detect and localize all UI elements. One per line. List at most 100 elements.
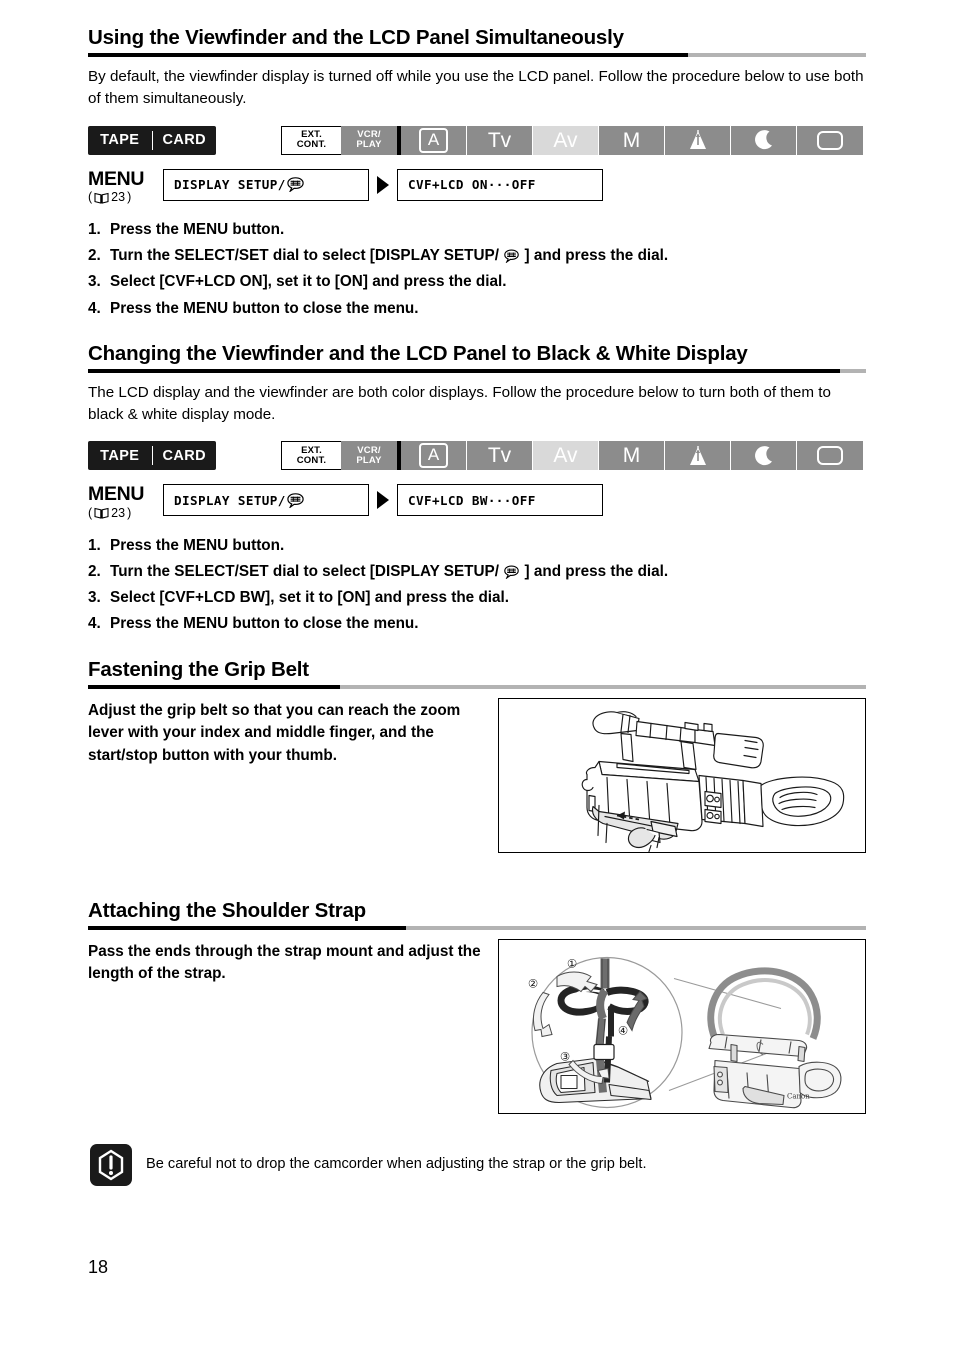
media-tape-label: TAPE [100, 132, 140, 149]
section-heading: Attaching the Shoulder Strap [88, 898, 366, 922]
manual-page: Using the Viewfinder and the LCD Panel S… [88, 0, 866, 1351]
menu-page-ref: ( 23 ) [88, 505, 163, 522]
step-number: 3. [88, 589, 101, 607]
page-number: 18 [88, 1257, 109, 1277]
step-number: 2. [88, 247, 101, 265]
menu-word: MENU [88, 483, 145, 506]
mode-night [731, 125, 797, 155]
heading-rule [88, 368, 866, 373]
step-number: 4. [88, 615, 101, 633]
menu-box-cvf-lcd[interactable]: CVF+LCD ON···OFF [397, 168, 603, 201]
warning-exclamation-icon [98, 1149, 124, 1180]
menu-page-number: 23 [111, 190, 126, 205]
procedure-steps: 1. Press the MENU button. 2. Turn the SE… [88, 219, 866, 320]
warning-badge [90, 1143, 132, 1186]
media-tape-label: TAPE [100, 447, 140, 464]
caution-note: Be careful not to drop the camcorder whe… [88, 1143, 866, 1186]
step-item: 1. Press the MENU button. [88, 535, 866, 557]
menu-word: MENU [88, 167, 145, 190]
display-setup-icon [504, 565, 520, 580]
menu-label-block: MENU ( 23 ) [88, 169, 163, 206]
mode-bar: TAPE CARD EXT. CONT. VCR/PLAY A Tv Av M [88, 441, 866, 471]
step-number: 3. [88, 273, 101, 291]
moon-icon [754, 446, 772, 466]
top-spacer [88, 0, 866, 26]
step-text-post: ] and press the dial. [524, 562, 669, 580]
shoulder-strap-content: Pass the ends through the strap mount an… [88, 938, 866, 1114]
section-fastening-grip-belt: Fastening the Grip Belt Adjust the grip … [88, 658, 866, 853]
shoulder-strap-figure: ① ② ③ ④ Canon [498, 938, 866, 1114]
arrow-right-icon [377, 491, 389, 510]
media-card-label: CARD [162, 447, 206, 464]
step-item: 3. Select [CVF+LCD BW], set it to [ON] a… [88, 587, 866, 609]
grip-belt-figure [498, 697, 866, 853]
menu-box-2-text: CVF+LCD BW···OFF [408, 492, 536, 508]
step-number: 2. [88, 562, 101, 580]
step-text: Press the MENU button. [110, 536, 285, 554]
heading-rule [88, 684, 866, 689]
menu-box-1-text: DISPLAY SETUP/ [174, 492, 286, 508]
mode-av: Av [533, 441, 599, 471]
section-black-white-display: Changing the Viewfinder and the LCD Pane… [88, 342, 866, 636]
media-card-label: CARD [162, 132, 206, 149]
step-number: 1. [88, 221, 101, 239]
step-text: Turn the SELECT/SET dial to select [DISP… [110, 562, 500, 580]
mode-manual: M [599, 441, 665, 471]
mode-bar: TAPE CARD EXT. CONT. VCR/PLAY A Tv Av M [88, 125, 866, 155]
mode-av: Av [533, 125, 599, 155]
moon-icon [754, 130, 772, 150]
step-text: Select [CVF+LCD ON], set it to [ON] and … [110, 273, 507, 291]
display-setup-icon [287, 177, 304, 193]
step-item: 3. Select [CVF+LCD ON], set it to [ON] a… [88, 271, 866, 293]
step-item: 2. Turn the SELECT/SET dial to select [D… [88, 245, 866, 267]
mode-auto-label: A [418, 443, 449, 469]
callout-1: ① [567, 956, 577, 970]
menu-box-2-text: CVF+LCD ON···OFF [408, 177, 536, 193]
mode-vcr-play: VCR/PLAY [341, 125, 401, 155]
menu-page-ref: ( 23 ) [88, 189, 163, 206]
callout-2: ② [528, 976, 538, 990]
step-number: 1. [88, 536, 101, 554]
step-item: 2. Turn the SELECT/SET dial to select [D… [88, 561, 866, 583]
mode-card-rec [797, 125, 863, 155]
mode-icons-group: EXT. CONT. VCR/PLAY A Tv Av M [281, 441, 863, 471]
step-item: 4. Press the MENU button to close the me… [88, 298, 866, 320]
mode-ext-cont: EXT. CONT. [281, 441, 341, 471]
step-text: Press the MENU button to close the menu. [110, 299, 419, 317]
caution-note-text: Be careful not to drop the camcorder whe… [146, 1155, 647, 1172]
mode-vcr-play: VCR/PLAY [341, 441, 401, 471]
paren-close: ) [127, 505, 132, 520]
grip-belt-content: Adjust the grip belt so that you can rea… [88, 697, 866, 853]
mode-icons-group: EXT. CONT. VCR/PLAY A Tv Av M [281, 125, 863, 155]
step-item: 1. Press the MENU button. [88, 219, 866, 241]
menu-path-row: MENU ( 23 ) DISPLAY SETUP/ [88, 484, 866, 521]
callout-3: ③ [560, 1049, 570, 1063]
heading-rule [88, 53, 866, 57]
spotlight-icon [689, 130, 706, 150]
display-setup-icon [287, 493, 304, 508]
rounded-rect-icon [817, 446, 843, 466]
menu-box-1-text: DISPLAY SETUP/ [174, 177, 286, 193]
media-badge: TAPE CARD [88, 125, 216, 155]
media-badge: TAPE CARD [88, 441, 216, 471]
paren-close: ) [127, 190, 132, 205]
paren-open: ( [88, 505, 93, 520]
section-heading: Fastening the Grip Belt [88, 657, 309, 681]
section-heading: Using the Viewfinder and the LCD Panel S… [88, 26, 624, 49]
menu-box-display-setup[interactable]: DISPLAY SETUP/ [163, 168, 369, 201]
book-icon [94, 508, 109, 520]
mode-tv: Tv [467, 125, 533, 155]
step-item: 4. Press the MENU button to close the me… [88, 613, 866, 635]
step-text: Press the MENU button to close the menu. [110, 615, 419, 633]
mode-spotlight [665, 125, 731, 155]
mode-ext-cont: EXT. CONT. [281, 125, 341, 155]
menu-flow-arrow [369, 169, 397, 201]
spotlight-icon [689, 445, 706, 465]
menu-label-block: MENU ( 23 ) [88, 484, 163, 521]
step-text: Select [CVF+LCD BW], set it to [ON] and … [110, 589, 510, 607]
step-number: 4. [88, 299, 101, 317]
menu-box-display-setup[interactable]: DISPLAY SETUP/ [163, 484, 369, 517]
procedure-steps: 1. Press the MENU button. 2. Turn the SE… [88, 535, 866, 636]
step-text-post: ] and press the dial. [524, 247, 669, 265]
menu-box-cvf-lcd[interactable]: CVF+LCD BW···OFF [397, 484, 603, 517]
